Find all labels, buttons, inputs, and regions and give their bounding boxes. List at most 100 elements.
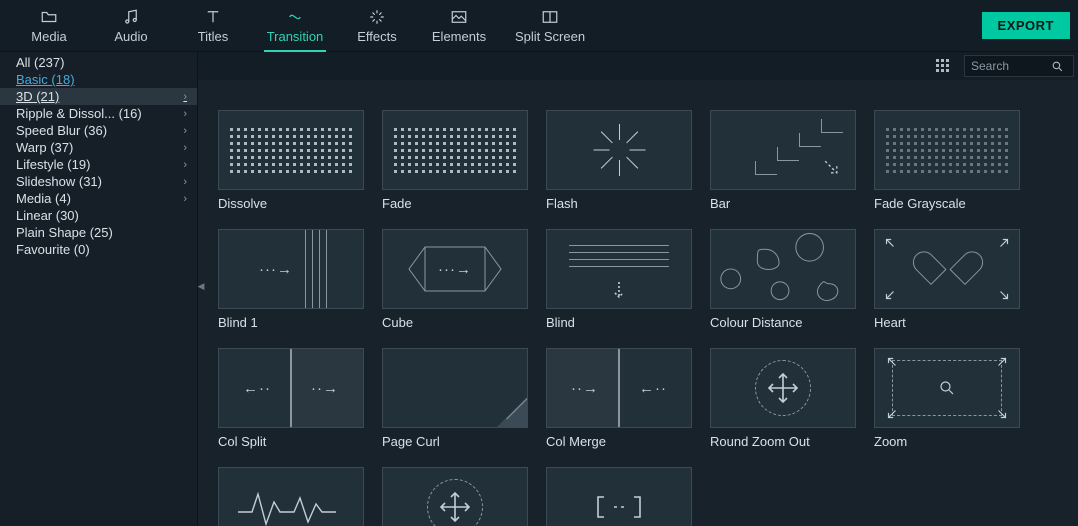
transition-card[interactable]: ··→ ←·· Col Merge [546, 348, 692, 449]
sidebar-item-ripple[interactable]: Ripple & Dissol... (16) › [0, 105, 197, 122]
sidebar-item-lifestyle[interactable]: Lifestyle (19)› [0, 156, 197, 173]
thumb-fade-gray [874, 110, 1020, 190]
transitions-grid: Dissolve Fade [218, 110, 1058, 526]
transition-card[interactable]: Blind [546, 229, 692, 330]
card-label: Page Curl [382, 434, 528, 449]
search-wrap [964, 55, 1074, 77]
transition-card[interactable]: ←·· ··→ Col Split [218, 348, 364, 449]
dots-icon [230, 128, 352, 173]
tab-media[interactable]: Media [8, 0, 90, 52]
transition-card[interactable]: Fade Grayscale [874, 110, 1020, 211]
tab-split-screen[interactable]: Split Screen [500, 0, 600, 52]
tab-label: Elements [432, 29, 486, 44]
sidebar-item-label: Speed Blur (36) [16, 123, 107, 138]
transition-card[interactable]: Page Curl [382, 348, 528, 449]
thumb-cube: ···→ [382, 229, 528, 309]
thumb-colour-distance [710, 229, 856, 309]
tab-effects[interactable]: Effects [336, 0, 418, 52]
chevron-right-icon: › [183, 91, 187, 103]
sidebar-item-basic[interactable]: Basic (18) [0, 71, 197, 88]
tab-label: Media [31, 29, 66, 44]
card-label: Dissolve [218, 196, 364, 211]
topbar: Media Audio Titles Transition Effects El… [0, 0, 1078, 52]
transition-card[interactable]: Dissolve [218, 110, 364, 211]
brackets-icon [589, 487, 649, 526]
waveform-icon [236, 482, 346, 526]
transition-card[interactable]: ···→ Cube [382, 229, 528, 330]
sidebar-item-plainshape[interactable]: Plain Shape (25) [0, 224, 197, 241]
card-label: Fade Grayscale [874, 196, 1020, 211]
chevron-right-icon: › [183, 176, 187, 188]
card-label: Col Merge [546, 434, 692, 449]
sidebar-item-slideshow[interactable]: Slideshow (31) › [0, 173, 197, 190]
sidebar-item-label: Ripple & Dissol... (16) [16, 106, 142, 121]
card-label: Colour Distance [710, 315, 856, 330]
thumb-bar [710, 110, 856, 190]
sidebar-item-speedblur[interactable]: Speed Blur (36) › [0, 122, 197, 139]
card-label: Fade [382, 196, 528, 211]
tab-audio[interactable]: Audio [90, 0, 172, 52]
dashed-circle-icon [427, 479, 483, 526]
card-label: Flash [546, 196, 692, 211]
transition-card[interactable] [218, 467, 364, 526]
thumb-col-merge: ··→ ←·· [546, 348, 692, 428]
dots-icon [394, 128, 516, 173]
sidebar-item-label: Slideshow (31) [16, 174, 102, 189]
transition-card[interactable]: Fade [382, 110, 528, 211]
transition-card[interactable] [546, 467, 692, 526]
tab-transition[interactable]: Transition [254, 0, 336, 52]
card-label: Zoom [874, 434, 1020, 449]
transition-card[interactable]: Colour Distance [710, 229, 856, 330]
sidebar-item-label: 3D (21) [16, 89, 59, 104]
search-icon [1051, 60, 1064, 73]
transition-card[interactable]: Bar [710, 110, 856, 211]
sidebar-item-all[interactable]: All (237) [0, 54, 197, 71]
export-button[interactable]: EXPORT [982, 12, 1070, 39]
dashed-circle-icon [755, 360, 811, 416]
transition-card[interactable]: ···→ Blind 1 [218, 229, 364, 330]
transition-card[interactable]: Heart [874, 229, 1020, 330]
dots-icon [886, 128, 1008, 173]
thumb-blind [546, 229, 692, 309]
grid-view-toggle[interactable] [934, 57, 952, 75]
chevron-right-icon: › [183, 159, 187, 171]
thumb-blind1: ···→ [218, 229, 364, 309]
transition-card[interactable] [382, 467, 528, 526]
content: Dissolve Fade [198, 52, 1078, 526]
sidebar-item-3d[interactable]: 3D (21) › [0, 88, 197, 105]
sidebar-item-favourite[interactable]: Favourite (0) [0, 241, 197, 258]
main: All (237) Basic (18) 3D (21) › Ripple & D… [0, 52, 1078, 526]
sidebar-item-label: All (237) [16, 55, 64, 70]
sidebar-item-linear[interactable]: Linear (30) [0, 207, 197, 224]
tab-label: Audio [114, 29, 147, 44]
thumb-col-split: ←·· ··→ [218, 348, 364, 428]
arrow-down-icon [612, 281, 626, 301]
sidebar-item-media[interactable]: Media (4)› [0, 190, 197, 207]
tab-label: Titles [198, 29, 229, 44]
page-curl-icon [497, 397, 527, 427]
chevron-right-icon: › [183, 125, 187, 137]
transition-card[interactable]: Zoom [874, 348, 1020, 449]
tab-titles[interactable]: Titles [172, 0, 254, 52]
search-input[interactable] [971, 59, 1051, 73]
split-icon [541, 8, 559, 26]
sidebar-item-label: Basic (18) [16, 72, 75, 87]
content-toolbar [198, 52, 1078, 80]
image-icon [450, 8, 468, 26]
text-icon [204, 8, 222, 26]
chevron-right-icon: › [183, 108, 187, 120]
sparkle-icon [368, 8, 386, 26]
arrow-down-right-icon [821, 157, 841, 177]
thumb-zoom [874, 348, 1020, 428]
tab-elements[interactable]: Elements [418, 0, 500, 52]
magnifier-icon [938, 379, 956, 397]
thumb-ecg [218, 467, 364, 526]
blobs-icon [711, 229, 855, 309]
sidebar-item-warp[interactable]: Warp (37)› [0, 139, 197, 156]
transition-card[interactable]: Flash [546, 110, 692, 211]
sidebar-item-label: Linear (30) [16, 208, 79, 223]
folder-icon [40, 8, 58, 26]
transition-card[interactable]: Round Zoom Out [710, 348, 856, 449]
sidebar-collapse-handle[interactable]: ◀ [197, 278, 205, 294]
card-label: Blind [546, 315, 692, 330]
